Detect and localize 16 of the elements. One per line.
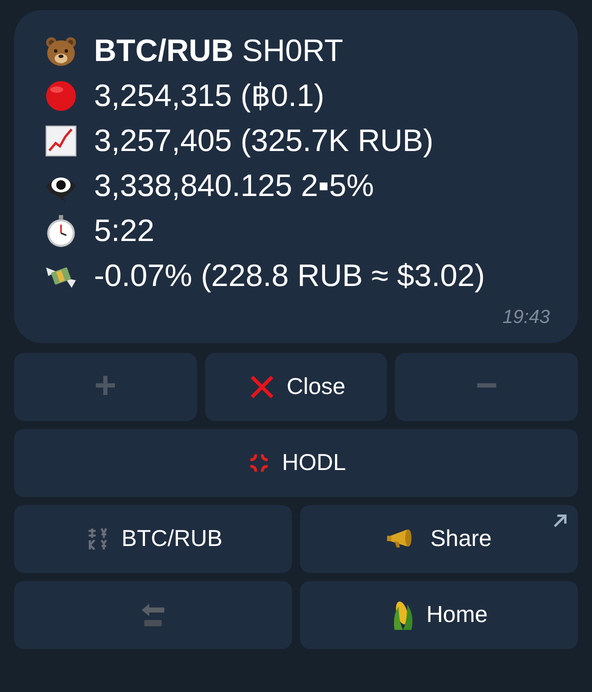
keyboard-button[interactable]	[14, 580, 292, 648]
keyboard-button[interactable]: HODL	[14, 428, 578, 496]
chart-up-icon	[44, 124, 78, 158]
message-line: 3,254,315 (฿0.1)	[94, 80, 324, 111]
keyboard-button[interactable]: Close	[204, 352, 388, 420]
message-line: -0.07% (228.8 RUB ≈ $3.02)	[94, 260, 485, 291]
message-line: 3,257,405 (325.7K RUB)	[94, 125, 434, 156]
keyboard-button[interactable]: Home	[300, 580, 578, 648]
message-time: 19:43	[502, 306, 550, 330]
message-line: 5:22	[94, 215, 154, 246]
message-line: 3,338,840.125 2▪5%	[94, 170, 374, 201]
stopwatch-icon	[44, 214, 78, 248]
message-line: BTC/RUB SH0RT	[94, 35, 344, 66]
keyboard-button[interactable]: BTC/RUB	[14, 504, 292, 572]
dot-icon	[44, 78, 78, 112]
keyboard-button[interactable]: Share	[300, 504, 578, 572]
